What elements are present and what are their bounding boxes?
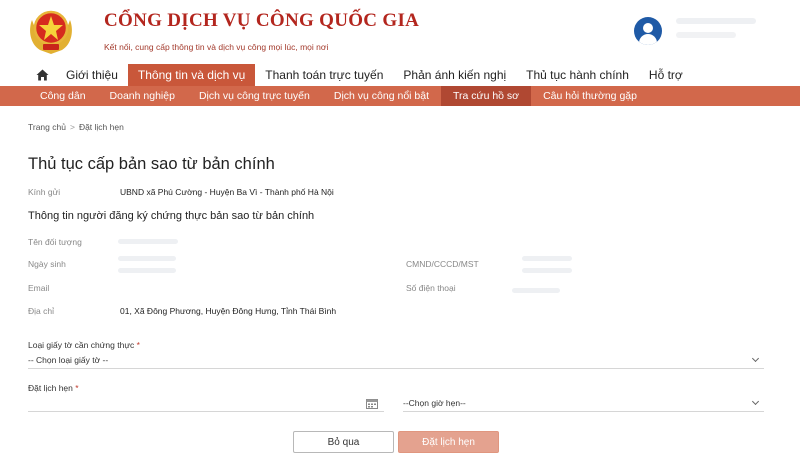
subnav-item-cong-dan[interactable]: Công dân — [28, 86, 98, 106]
appointment-label: Đặt lịch hẹn * — [28, 383, 79, 393]
appointment-time-select[interactable]: --Chọn giờ hẹn-- — [403, 394, 764, 412]
email-label: Email — [28, 283, 50, 293]
doc-type-label: Loại giấy tờ cần chứng thực * — [28, 340, 140, 350]
breadcrumb-current: Đặt lịch hẹn — [78, 122, 124, 132]
section-title: Thông tin người đăng ký chứng thực bản s… — [28, 210, 315, 222]
nav-item-thong-tin-dich-vu[interactable]: Thông tin và dịch vụ — [127, 64, 256, 86]
subnav-item-doanh-nghiep[interactable]: Doanh nghiệp — [98, 86, 187, 106]
subnav-item-dvc-truc-tuyen[interactable]: Dịch vụ công trực tuyến — [187, 86, 322, 106]
address-value: 01, Xã Đông Phương, Huyện Đông Hưng, Tỉn… — [120, 306, 337, 316]
phone-label: Số điện thoại — [406, 283, 456, 293]
site-title[interactable]: CỔNG DỊCH VỤ CÔNG QUỐC GIA — [104, 10, 419, 32]
name-value-redacted — [118, 239, 178, 244]
site-slogan: Kết nối, cung cấp thông tin và dịch vụ c… — [104, 42, 329, 52]
dob-value-redacted-2 — [118, 268, 176, 273]
sub-navigation: Công dân Doanh nghiệp Dịch vụ công trực … — [0, 86, 800, 106]
user-info-redacted — [676, 32, 736, 38]
id-number-redacted — [522, 256, 572, 261]
address-label: Địa chỉ — [28, 306, 54, 316]
appointment-date-input[interactable] — [28, 394, 384, 412]
doc-type-select[interactable]: -- Chọn loại giấy tờ -- — [28, 351, 764, 369]
breadcrumb: Trang chủ > Đặt lịch hẹn — [28, 122, 124, 132]
doc-type-label-text: Loại giấy tờ cần chứng thực — [28, 340, 135, 350]
subnav-item-cau-hoi[interactable]: Câu hỏi thường gặp — [531, 86, 649, 106]
recipient-label: Kính gửi — [28, 187, 61, 197]
nav-item-thu-tuc[interactable]: Thủ tục hành chính — [516, 64, 639, 86]
appointment-label-text: Đặt lịch hẹn — [28, 383, 73, 393]
time-placeholder: --Chọn giờ hẹn-- — [403, 397, 466, 408]
phone-value-redacted — [512, 288, 560, 293]
page-title: Thủ tục cấp bản sao từ bản chính — [28, 155, 275, 173]
book-appointment-button[interactable]: Đặt lịch hẹn — [398, 431, 499, 453]
calendar-icon[interactable] — [366, 396, 378, 409]
main-navigation: Giới thiệu Thông tin và dịch vụ Thanh to… — [0, 64, 800, 86]
recipient-value: UBND xã Phú Cường - Huyện Ba Vì - Thành … — [120, 187, 334, 197]
doc-type-placeholder: -- Chọn loại giấy tờ -- — [28, 354, 109, 365]
cancel-button[interactable]: Bỏ qua — [293, 431, 394, 453]
id-number-redacted-2 — [522, 268, 572, 273]
name-label: Tên đối tượng — [28, 237, 82, 247]
nav-item-phan-anh[interactable]: Phản ánh kiến nghị — [393, 64, 516, 86]
chevron-down-icon — [751, 354, 760, 363]
national-emblem-icon[interactable] — [26, 8, 76, 56]
site-header: CỔNG DỊCH VỤ CÔNG QUỐC GIA Kết nối, cung… — [0, 0, 800, 64]
user-avatar-icon[interactable] — [634, 17, 662, 45]
nav-item-thanh-toan[interactable]: Thanh toán trực tuyến — [255, 64, 393, 86]
dob-value-redacted — [118, 256, 176, 261]
required-mark: * — [136, 340, 140, 350]
nav-item-gioi-thieu[interactable]: Giới thiệu — [56, 64, 128, 86]
home-icon[interactable] — [28, 64, 56, 86]
subnav-item-tra-cuu-ho-so[interactable]: Tra cứu hồ sơ — [441, 86, 532, 106]
user-name-redacted — [676, 18, 756, 24]
id-number-label: CMND/CCCD/MST — [406, 259, 479, 269]
chevron-down-icon — [751, 397, 760, 406]
required-mark: * — [75, 383, 79, 393]
nav-item-ho-tro[interactable]: Hỗ trợ — [639, 64, 693, 86]
dob-label: Ngày sinh — [28, 259, 66, 269]
breadcrumb-home[interactable]: Trang chủ — [28, 122, 66, 132]
subnav-item-dvc-noi-bat[interactable]: Dịch vụ công nổi bật — [322, 86, 441, 106]
breadcrumb-separator: > — [69, 122, 75, 132]
